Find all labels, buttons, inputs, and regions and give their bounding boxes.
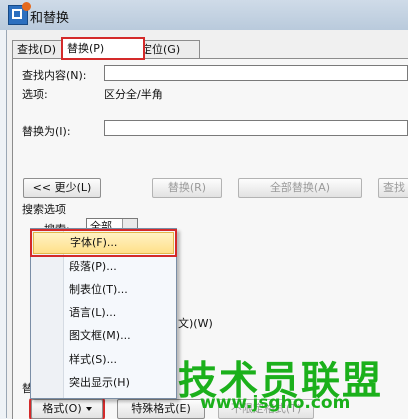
replace-with-label: 替换为(I): bbox=[22, 125, 71, 138]
tab-goto[interactable]: 定位(G) bbox=[136, 40, 200, 59]
menu-item-tabs[interactable]: 制表位(T)... bbox=[33, 279, 174, 301]
window-title: 和替换 bbox=[30, 11, 70, 26]
title-bar: 和替换 bbox=[0, 0, 408, 30]
find-next-button[interactable]: 查找 bbox=[378, 178, 408, 198]
menu-item-highlight[interactable]: 突出显示(H) bbox=[33, 372, 174, 394]
watermark-url: www.jsgho.com bbox=[200, 393, 351, 413]
menu-item-paragraph[interactable]: 段落(P)... bbox=[33, 256, 174, 278]
replace-all-button[interactable]: 全部替换(A) bbox=[238, 178, 362, 198]
tab-find[interactable]: 查找(D) bbox=[12, 40, 66, 59]
options-value: 区分全/半角 bbox=[104, 88, 163, 101]
menu-item-style[interactable]: 样式(S)... bbox=[33, 349, 174, 371]
replace-with-input[interactable] bbox=[104, 120, 408, 136]
match-option-fragment: 文)(W) bbox=[178, 317, 213, 330]
format-button-label: 格式(O) bbox=[42, 402, 82, 415]
menu-item-frame[interactable]: 图文框(M)... bbox=[33, 325, 174, 347]
options-label: 选项: bbox=[22, 88, 48, 101]
menu-item-font[interactable]: 字体(F)... bbox=[30, 229, 177, 257]
search-options-title: 搜索选项 bbox=[22, 203, 66, 216]
replace-button[interactable]: 替换(R) bbox=[152, 178, 222, 198]
format-button[interactable]: 格式(O) bbox=[29, 397, 105, 419]
less-button[interactable]: << 更少(L) bbox=[23, 178, 101, 198]
find-what-input[interactable] bbox=[104, 65, 408, 81]
app-icon bbox=[8, 2, 31, 25]
find-what-label: 查找内容(N): bbox=[22, 69, 87, 82]
tab-replace[interactable]: 替换(P) bbox=[61, 37, 145, 60]
menu-item-language[interactable]: 语言(L)... bbox=[33, 302, 174, 324]
format-menu: 字体(F)... 段落(P)... 制表位(T)... 语言(L)... 图文框… bbox=[30, 228, 177, 399]
